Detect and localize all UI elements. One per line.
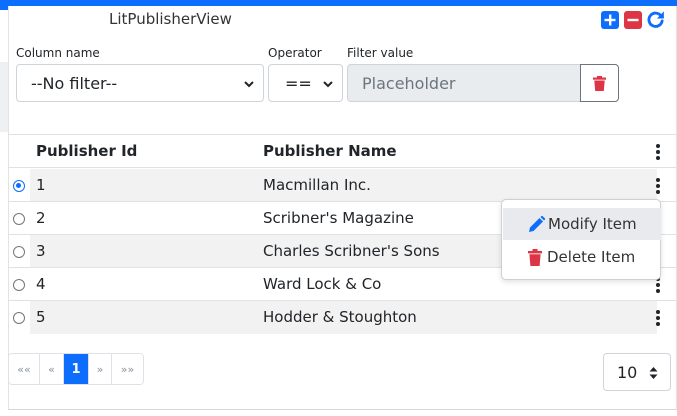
row-select-radio[interactable]	[13, 312, 25, 324]
filter-value-label: Filter value	[347, 46, 414, 60]
row-select-radio[interactable]	[13, 213, 25, 225]
header-publisher-name[interactable]: Publisher Name	[263, 135, 397, 168]
modify-item-menu-item[interactable]: Modify Item	[503, 208, 661, 240]
page-size-value: 10	[617, 362, 638, 382]
add-button[interactable]	[600, 10, 619, 29]
column-name-select[interactable]: --No filter--	[16, 64, 264, 102]
table-row[interactable]: 5 Hodder & Stoughton	[8, 301, 677, 334]
row-select-radio[interactable]	[13, 180, 25, 192]
modify-item-label: Modify Item	[548, 215, 637, 233]
table-header: Publisher Id Publisher Name	[8, 135, 677, 168]
clear-filter-button[interactable]	[580, 64, 619, 102]
trash-icon	[593, 75, 606, 91]
filter-value-placeholder: Placeholder	[362, 73, 456, 93]
column-name-value: --No filter--	[31, 73, 118, 93]
left-strip	[0, 62, 8, 132]
minus-square-icon	[623, 10, 642, 29]
operator-value: ==	[285, 73, 312, 93]
chevron-down-icon	[244, 81, 254, 88]
cell-publisher-id: 3	[36, 242, 46, 260]
cell-publisher-name: Ward Lock & Co	[263, 275, 382, 293]
table-row[interactable]: 1 Macmillan Inc.	[8, 169, 677, 202]
prev-page-button[interactable]: «	[40, 354, 64, 384]
delete-item-menu-item[interactable]: Delete Item	[503, 241, 661, 273]
row-kebab-icon[interactable]	[654, 310, 662, 326]
cell-publisher-id: 1	[36, 176, 46, 194]
pagination: «« « 1 » »»	[8, 353, 144, 385]
page-1-button[interactable]: 1	[64, 354, 89, 384]
page-size-select[interactable]: 10	[603, 353, 671, 391]
up-down-icon	[649, 367, 658, 379]
pencil-icon	[526, 215, 546, 233]
row-context-menu: Modify Item Delete Item	[501, 199, 661, 280]
trash-icon	[525, 248, 545, 266]
delete-item-label: Delete Item	[547, 248, 636, 266]
cell-publisher-name: Hodder & Stoughton	[263, 308, 417, 326]
cell-publisher-id: 4	[36, 275, 46, 293]
row-kebab-icon[interactable]	[654, 178, 662, 194]
next-page-button[interactable]: »	[89, 354, 112, 384]
refresh-button[interactable]	[646, 10, 665, 29]
header-kebab-icon[interactable]	[654, 144, 662, 160]
row-select-radio[interactable]	[13, 246, 25, 258]
chevron-down-icon	[323, 81, 333, 88]
operator-select[interactable]: ==	[268, 64, 343, 102]
remove-button[interactable]	[623, 10, 642, 29]
row-select-radio[interactable]	[13, 279, 25, 291]
last-page-button[interactable]: »»	[112, 354, 143, 384]
column-name-label: Column name	[16, 46, 100, 60]
cell-publisher-name: Macmillan Inc.	[263, 176, 371, 194]
cell-publisher-id: 2	[36, 209, 46, 227]
cell-publisher-name: Charles Scribner's Sons	[263, 242, 440, 260]
plus-square-icon	[600, 10, 619, 29]
filter-value-input[interactable]: Placeholder	[347, 64, 581, 102]
first-page-button[interactable]: ««	[9, 354, 40, 384]
refresh-icon	[647, 11, 664, 28]
operator-label: Operator	[268, 46, 322, 60]
cell-publisher-name: Scribner's Magazine	[263, 209, 414, 227]
cell-publisher-id: 5	[36, 308, 46, 326]
header-publisher-id[interactable]: Publisher Id	[36, 135, 137, 168]
page-title: LitPublisherView	[109, 10, 232, 28]
